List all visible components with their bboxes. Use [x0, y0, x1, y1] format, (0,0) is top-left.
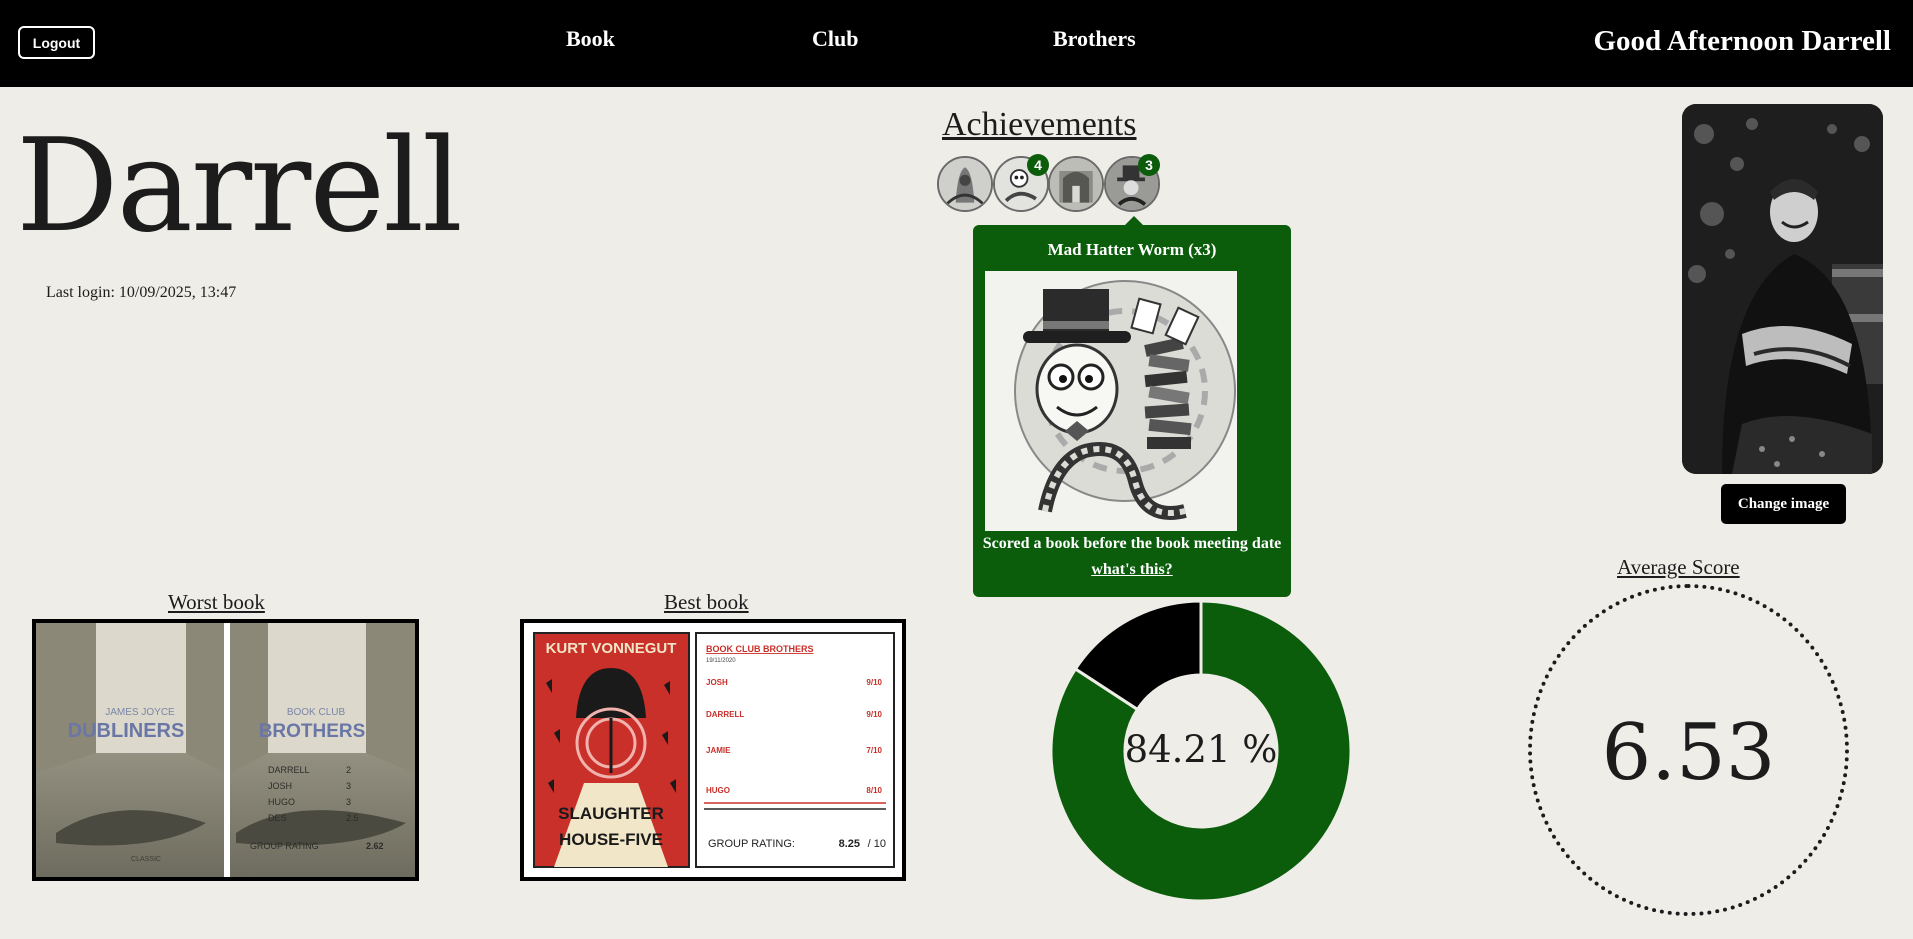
best-group-label: GROUP RATING:	[708, 838, 795, 850]
nav-brothers-link[interactable]: Brothers	[1053, 26, 1136, 52]
tooltip-title: Mad Hatter Worm (x3)	[1047, 240, 1217, 259]
worst-group-label: GROUP RATING	[250, 841, 319, 851]
whats-this-link[interactable]: what's this?	[973, 561, 1291, 579]
worst-card-heading-top: BOOK CLUB	[287, 707, 346, 718]
nav-club-link[interactable]: Club	[812, 26, 858, 52]
average-score-heading: Average Score	[1617, 555, 1740, 579]
badge-count-3: 3	[1138, 154, 1160, 176]
worst-cover-author: JAMES JOYCE	[105, 707, 175, 718]
achievement-tooltip: Mad Hatter Worm (x3) Scored a book befor…	[973, 216, 1291, 597]
worst-book-card[interactable]: JAMES JOYCE DUBLINERS CLASSIC BOOK CLUB …	[32, 619, 419, 881]
completion-percentage: 84.21 %	[1124, 728, 1278, 771]
best-rating-score: 9/10	[866, 710, 882, 719]
change-image-button[interactable]: Change image	[1721, 484, 1846, 524]
average-score-value: 6.53	[1601, 708, 1776, 798]
tooltip-description: Scored a book before the book meeting da…	[982, 535, 1282, 552]
worst-rating-name: DARRELL	[268, 765, 310, 775]
best-book-heading: Best book	[664, 590, 749, 614]
best-card-date: 19/11/2020	[706, 658, 736, 664]
worst-rating-score: 3	[346, 797, 351, 807]
best-rating-score: 7/10	[866, 746, 882, 755]
best-rating-name: DARRELL	[706, 710, 744, 719]
best-group-suffix: / 10	[868, 838, 886, 850]
best-book-card[interactable]: KURT VONNEGUT SLAUGHTER HOUSE-FIVE BOOK …	[520, 619, 906, 881]
greeting-text: Good Afternoon Darrell	[1593, 25, 1892, 57]
worst-rating-name: JOSH	[268, 781, 292, 791]
nav-book-link[interactable]: Book	[566, 26, 615, 52]
badge-count-4: 4	[1027, 154, 1049, 176]
profile-photo	[1682, 104, 1883, 474]
logout-button[interactable]: Logout	[18, 26, 95, 59]
best-cover-title-line1: SLAUGHTER	[558, 804, 664, 823]
top-nav-bar: Logout Book Club Brothers Good Afternoon…	[0, 0, 1913, 87]
worst-cover-publisher: CLASSIC	[131, 856, 161, 863]
worst-cover-title: DUBLINERS	[68, 720, 185, 742]
library-badge-icon[interactable]	[1048, 156, 1104, 212]
worst-book-heading: Worst book	[168, 590, 265, 614]
worst-rating-name: DES	[268, 813, 287, 823]
best-cover-title-line2: HOUSE-FIVE	[559, 830, 663, 849]
mad-hatter-worm-illustration	[985, 271, 1237, 531]
user-name-heading: Darrell	[16, 112, 463, 261]
worst-rating-score: 2.5	[346, 813, 359, 823]
best-card-heading: BOOK CLUB BROTHERS	[706, 644, 814, 654]
achievements-heading: Achievements	[942, 106, 1137, 143]
best-rating-score: 9/10	[866, 678, 882, 687]
worst-card-heading: BROTHERS	[259, 721, 366, 742]
best-rating-name: JAMIE	[706, 746, 731, 755]
best-cover-author: KURT VONNEGUT	[546, 640, 677, 657]
worst-rating-name: HUGO	[268, 797, 295, 807]
best-rating-name: JOSH	[706, 678, 728, 687]
worst-rating-score: 2	[346, 765, 351, 775]
best-group-value: 8.25	[839, 838, 860, 850]
last-login-text: Last login: 10/09/2025, 13:47	[46, 284, 237, 301]
worm-knight-badge-icon[interactable]	[937, 156, 993, 212]
best-rating-score: 8/10	[866, 786, 882, 795]
worst-rating-score: 3	[346, 781, 351, 791]
worst-group-value: 2.62	[366, 841, 384, 851]
best-rating-name: HUGO	[706, 786, 730, 795]
